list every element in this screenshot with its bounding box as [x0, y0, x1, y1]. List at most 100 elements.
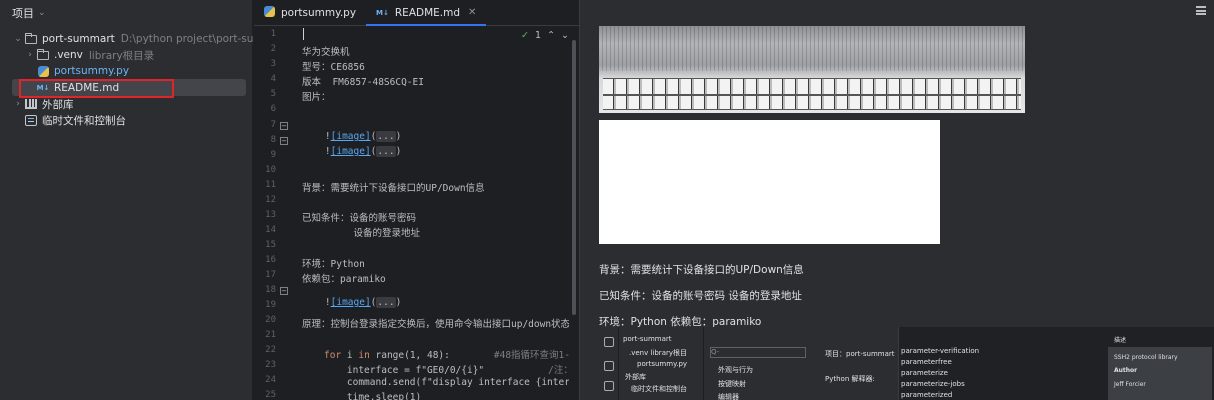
menu-icon[interactable]	[1196, 6, 1206, 15]
line-number: 24	[265, 375, 276, 385]
line-number: 8	[270, 135, 276, 145]
screenshot-project: 项目：port-summart Python 解释器:	[813, 327, 898, 400]
image-link[interactable]: [image]	[331, 297, 371, 308]
tree-item-external-libs[interactable]: › 外部库	[12, 96, 74, 112]
python-file-icon	[36, 65, 50, 77]
image-link[interactable]: [image]	[331, 146, 371, 157]
line-number: 25	[265, 390, 276, 400]
screenshot-package: parameterized	[901, 391, 953, 399]
code-comment: /注：当接	[548, 365, 569, 376]
python-file-icon	[264, 5, 275, 20]
line-number: 23	[265, 360, 276, 370]
chevron-up-icon[interactable]: ⌃	[547, 30, 555, 41]
line-number: 3	[270, 59, 276, 69]
tool-icon	[604, 381, 614, 391]
code-comment: #48指循环查询1-48口的	[493, 350, 569, 361]
folder-icon	[36, 48, 50, 61]
line-number: 22	[265, 345, 276, 355]
line-number: 7	[270, 120, 276, 130]
chevron-down-icon[interactable]: ⌄	[12, 34, 24, 44]
line-number: 15	[265, 240, 276, 250]
folded-url[interactable]: ...	[376, 146, 396, 157]
tree-item-root[interactable]: ⌄ port-summart D:\python project\port-su…	[12, 31, 289, 47]
code-line: 图片：	[302, 92, 331, 103]
line-number: 11	[265, 180, 276, 190]
switch-photo	[599, 26, 1025, 113]
tree-item-scratches[interactable]: 临时文件和控制台	[24, 112, 126, 128]
scratches-icon	[24, 114, 38, 126]
editor-scrollbar[interactable]	[572, 40, 576, 315]
line-number: 21	[265, 330, 276, 340]
text-cursor	[303, 28, 304, 40]
screenshot-package: parameterize-jobs	[901, 380, 965, 388]
line-number: 4	[270, 74, 276, 84]
screenshot-tree-item: 临时文件和控制台	[631, 385, 687, 393]
line-number: 16	[265, 255, 276, 265]
screenshot-project-title: 项目：port-summart	[825, 350, 895, 358]
screenshot-detail: 描述 SSH2 protocol library Author Jeff For…	[1106, 327, 1214, 400]
line-number: 12	[265, 195, 276, 205]
keyword: in	[358, 350, 370, 361]
keyword: for	[324, 350, 342, 361]
tool-icon	[604, 361, 614, 371]
screenshot-tree-item: 外部库	[625, 373, 646, 381]
code-text: interface = f"GE0/0/{i}"	[324, 365, 485, 376]
screenshot-package-list: parameter-verification parameterfree par…	[898, 327, 1106, 400]
code-text: range(1, 48):	[369, 350, 450, 361]
paren-close: )	[395, 297, 402, 308]
embedded-screenshot: port-summart .venv library根目 portsummy.p…	[599, 327, 1214, 400]
chevron-right-icon[interactable]: ›	[12, 99, 24, 109]
project-panel-header[interactable]: 项目 ⌄	[0, 0, 252, 26]
fold-toggle-icon[interactable]: −	[280, 287, 288, 295]
tab-portsummy-py[interactable]: portsummy.py	[254, 0, 366, 25]
line-number: 17	[265, 270, 276, 280]
line-number: 9	[270, 150, 276, 160]
code-line: 已知条件：设备的账号密码	[302, 213, 417, 224]
tree-item-venv[interactable]: › .venv library根目录	[24, 47, 154, 63]
screenshot-detail-text: SSH2 protocol library	[1114, 354, 1178, 361]
checkmark-icon: ✓	[521, 30, 530, 41]
chevron-right-icon[interactable]: ›	[24, 50, 36, 60]
external-libs-label: 外部库	[42, 98, 74, 111]
tree-item-py-file[interactable]: portsummy.py	[36, 63, 129, 79]
code-line: 背景：需要统计下设备接口的UP/Down信息	[302, 183, 485, 194]
line-number: 10	[265, 165, 276, 175]
venv-note: library根目录	[88, 49, 155, 62]
fold-toggle-icon[interactable]: −	[280, 122, 288, 130]
code-line: 型号：CE6856	[302, 62, 365, 73]
screenshot-settings: Q- 外观与行为 按键映射 编辑器	[703, 327, 813, 400]
project-panel-title: 项目	[12, 7, 34, 20]
library-icon	[24, 98, 38, 110]
preview-paragraph: 已知条件：设备的账号密码 设备的登录地址	[599, 290, 802, 302]
chevron-down-icon[interactable]: ⌄	[38, 8, 46, 18]
tab-label: README.md	[394, 6, 461, 19]
blank-image	[599, 120, 940, 244]
code-line: 版本 FM6857-48S6CQ-EI	[302, 77, 424, 88]
screenshot-package: parameterize	[901, 369, 948, 377]
paren-close: )	[395, 146, 402, 157]
code-line: 依赖包：paramiko	[302, 274, 386, 285]
tool-icon	[604, 337, 614, 347]
line-number: 14	[265, 225, 276, 235]
screenshot-search: Q-	[710, 347, 806, 358]
folded-url[interactable]: ...	[376, 297, 396, 308]
tab-readme-md[interactable]: M↓ README.md ✕	[366, 0, 487, 26]
code-line: 环境：Python	[302, 259, 365, 270]
chevron-down-icon[interactable]: ⌄	[561, 30, 569, 41]
root-folder-name: port-summart	[42, 33, 115, 45]
code-line: interface = f"GE0/0/{i}" /注：当接	[324, 362, 569, 376]
code-line: for i in range(1, 48): #48指循环查询1-48口的	[324, 347, 569, 361]
close-icon[interactable]: ✕	[468, 7, 476, 18]
inspection-widget[interactable]: ✓ 1 ⌃ ⌄	[521, 30, 569, 41]
markdown-preview: 背景：需要统计下设备接口的UP/Down信息 已知条件：设备的账号密码 设备的登…	[580, 0, 1214, 400]
line-number: 13	[265, 210, 276, 220]
markdown-file-icon: M↓	[376, 8, 389, 17]
project-panel: 项目 ⌄ ⌄ port-summart D:\python project\po…	[0, 0, 289, 400]
venv-name: .venv	[54, 49, 83, 61]
code-text: i	[341, 350, 359, 361]
code-line: ![image](...)	[302, 286, 569, 319]
line-number: 2	[270, 44, 276, 54]
code-editor[interactable]: portsummy.py M↓ README.md ✕ ✓ 1 ⌃ ⌄ 1 2 …	[254, 0, 579, 400]
line-number: 18	[265, 285, 276, 295]
fold-toggle-icon[interactable]: −	[280, 137, 288, 145]
